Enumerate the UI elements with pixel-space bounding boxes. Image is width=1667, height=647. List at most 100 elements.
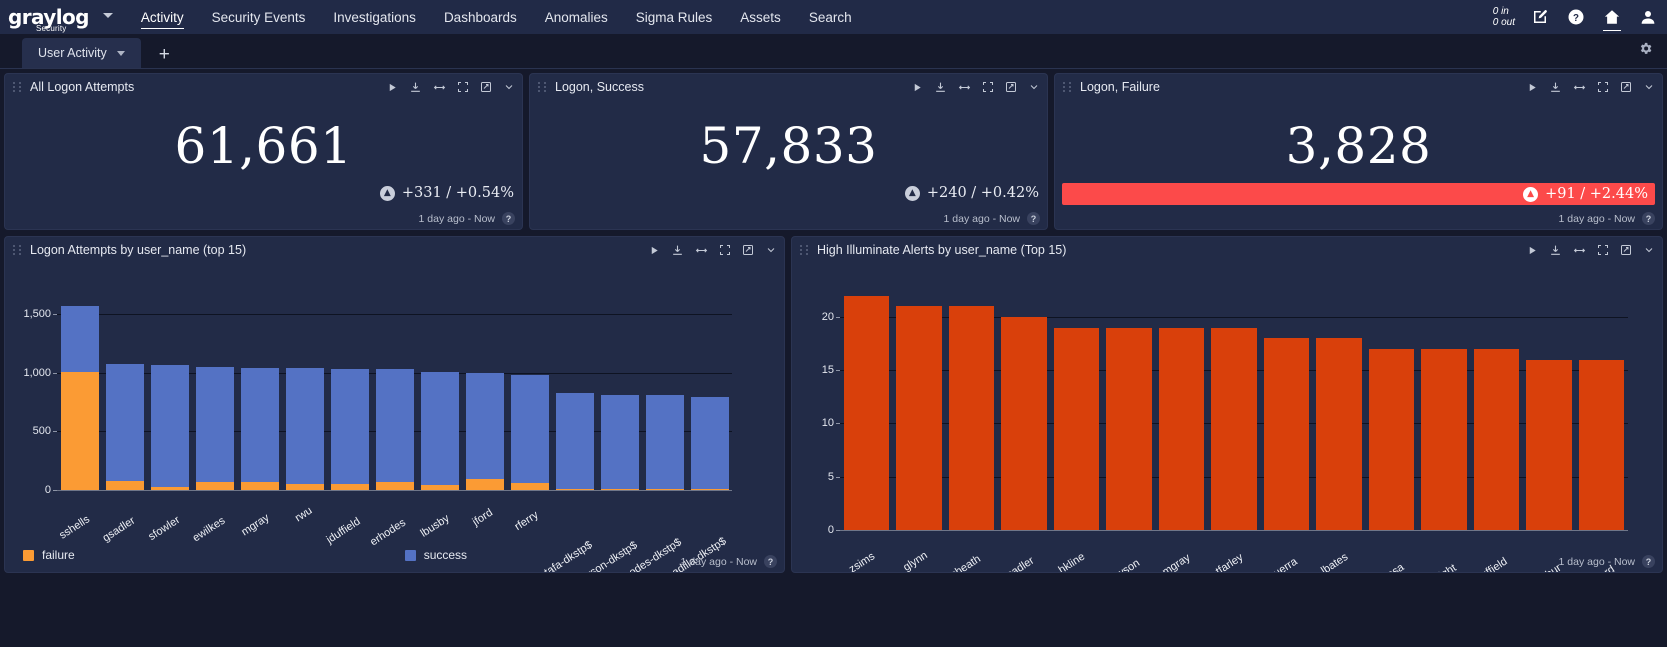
chevron-down-icon[interactable] [1643,81,1655,93]
bar-segment[interactable] [1526,360,1572,530]
bar-segment[interactable] [466,479,504,490]
bar-slot[interactable] [1313,285,1366,530]
bar-slot[interactable] [282,285,327,490]
fullscreen-icon[interactable] [1597,244,1609,256]
bar-slot[interactable] [642,285,687,490]
bar-segment[interactable] [1211,328,1257,530]
bar-segment[interactable] [61,306,99,372]
bar-segment[interactable] [421,372,459,485]
bar-segment[interactable] [1054,328,1100,530]
resize-icon[interactable] [1573,244,1586,257]
resize-icon[interactable] [1573,81,1586,94]
nav-item-activity[interactable]: Activity [127,3,198,31]
download-icon[interactable] [671,244,684,257]
bar-segment[interactable] [646,489,684,490]
bar-segment[interactable] [646,395,684,489]
fullscreen-icon[interactable] [1597,81,1609,93]
bar-slot[interactable] [840,285,893,530]
widget-high-illuminate-alerts[interactable]: High Illuminate Alerts by user_name (Top… [791,236,1663,573]
edit-icon[interactable] [1529,6,1551,28]
play-icon[interactable] [1527,245,1538,256]
bar-slot[interactable] [147,285,192,490]
bar-slot[interactable] [552,285,597,490]
bar-segment[interactable] [1001,317,1047,530]
bar-segment[interactable] [556,489,594,490]
play-icon[interactable] [912,82,923,93]
chart-illuminate-alerts[interactable]: 05101520 zsimsglynnsheathgsadlerhklinejd… [792,263,1662,572]
bar-segment[interactable] [844,296,890,530]
bar-segment[interactable] [376,369,414,481]
resize-icon[interactable] [958,81,971,94]
add-tab-button[interactable]: + [159,45,170,64]
bar-slot[interactable] [893,285,946,530]
gear-icon[interactable] [1638,41,1653,61]
bar-segment[interactable] [896,306,942,530]
edit-icon[interactable] [480,81,492,93]
fullscreen-icon[interactable] [457,81,469,93]
bar-segment[interactable] [331,484,369,490]
help-icon[interactable]: ? [1642,555,1655,568]
bar-segment[interactable] [601,395,639,489]
help-icon[interactable]: ? [764,555,777,568]
bar-slot[interactable] [597,285,642,490]
bar-segment[interactable] [106,364,144,481]
bar-slot[interactable] [1418,285,1471,530]
resize-icon[interactable] [695,244,708,257]
bar-segment[interactable] [601,489,639,490]
drag-handle-icon[interactable] [13,82,22,93]
fullscreen-icon[interactable] [982,81,994,93]
bar-slot[interactable] [417,285,462,490]
chevron-down-icon[interactable] [117,51,125,56]
bar-segment[interactable] [511,483,549,490]
bar-segment[interactable] [331,369,369,484]
nav-item-anomalies[interactable]: Anomalies [531,3,622,31]
bar-segment[interactable] [151,365,189,487]
drag-handle-icon[interactable] [13,245,22,256]
bar-slot[interactable] [1208,285,1261,530]
help-icon[interactable]: ? [1027,212,1040,225]
bar-segment[interactable] [106,481,144,490]
edit-icon[interactable] [1005,81,1017,93]
bar-slot[interactable] [507,285,552,490]
drag-handle-icon[interactable] [538,82,547,93]
bar-slot[interactable] [1470,285,1523,530]
brand-dropdown-caret-icon[interactable] [103,13,113,18]
bar-slot[interactable] [372,285,417,490]
bar-segment[interactable] [466,373,504,479]
bar-slot[interactable] [1155,285,1208,530]
bar-segment[interactable] [1421,349,1467,530]
bar-segment[interactable] [421,485,459,490]
fullscreen-icon[interactable] [719,244,731,256]
nav-item-assets[interactable]: Assets [726,3,795,31]
tab-user-activity[interactable]: User Activity [22,38,141,68]
bar-segment[interactable] [196,482,234,490]
widget-all-logon-attempts[interactable]: All Logon Attempts 61,661 ▲ +331 / +0.54… [4,73,523,230]
graylog-logo[interactable]: graylog Security [8,8,89,26]
play-icon[interactable] [387,82,398,93]
edit-icon[interactable] [1620,244,1632,256]
bar-slot[interactable] [462,285,507,490]
bar-segment[interactable] [691,489,729,490]
bar-slot[interactable] [687,285,732,490]
bar-segment[interactable] [286,484,324,490]
help-icon[interactable]: ? [502,212,515,225]
help-icon[interactable]: ? [1565,6,1587,28]
user-avatar-icon[interactable] [1637,6,1659,28]
bar-segment[interactable] [1474,349,1520,530]
bar-slot[interactable] [1365,285,1418,530]
edit-icon[interactable] [1620,81,1632,93]
help-icon[interactable]: ? [1642,212,1655,225]
drag-handle-icon[interactable] [800,245,809,256]
play-icon[interactable] [1527,82,1538,93]
bar-segment[interactable] [376,482,414,490]
chevron-down-icon[interactable] [1028,81,1040,93]
download-icon[interactable] [409,81,422,94]
nav-item-dashboards[interactable]: Dashboards [430,3,531,31]
bar-segment[interactable] [241,482,279,490]
bar-slot[interactable] [1523,285,1576,530]
download-icon[interactable] [1549,244,1562,257]
bar-segment[interactable] [151,487,189,491]
bar-slot[interactable] [998,285,1051,530]
bar-segment[interactable] [556,393,594,489]
bar-slot[interactable] [237,285,282,490]
